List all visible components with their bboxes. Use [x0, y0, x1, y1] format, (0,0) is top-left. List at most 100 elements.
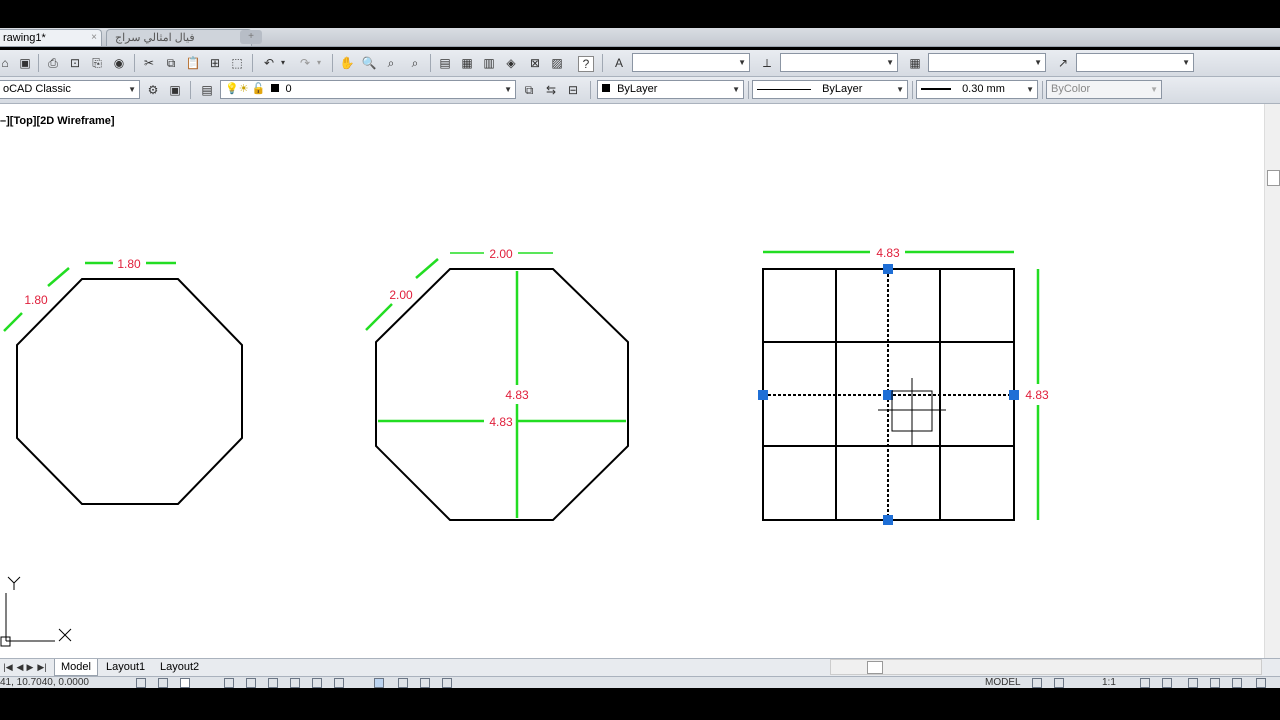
- clean-screen-icon[interactable]: [1256, 678, 1266, 688]
- sheet-set-icon[interactable]: ◈: [502, 54, 520, 72]
- quick-properties-icon[interactable]: [420, 678, 430, 688]
- zoom-previous-icon[interactable]: ⌕: [406, 54, 424, 72]
- close-icon[interactable]: ×: [91, 30, 97, 46]
- horizontal-scroll-thumb[interactable]: [867, 661, 883, 674]
- dyn-icon[interactable]: [334, 678, 344, 688]
- layer-state-icons: 💡☀: [225, 83, 249, 95]
- lineweight-icon[interactable]: [374, 678, 384, 688]
- octagon-1[interactable]: [16, 278, 243, 505]
- new-tab-button[interactable]: +: [240, 30, 262, 44]
- auto-scale-icon[interactable]: [1162, 678, 1172, 688]
- tab-drawing1[interactable]: rawing1* ×: [0, 29, 102, 46]
- match-properties-icon[interactable]: ⊞: [206, 54, 224, 72]
- grid-display-icon[interactable]: [180, 678, 190, 688]
- markup-icon[interactable]: ⊠: [526, 54, 544, 72]
- text-style-select[interactable]: ▼: [632, 53, 750, 72]
- multileader-style-select[interactable]: ▼: [1076, 53, 1194, 72]
- workspace-settings-icon[interactable]: ⚙: [144, 81, 162, 99]
- chevron-down-icon[interactable]: ▾: [278, 54, 288, 72]
- dim-text-square-right: 4.83: [1025, 388, 1049, 402]
- layer-select[interactable]: 💡☀ 🔓 0 ▼: [220, 80, 516, 99]
- dim-line-octagon1-side[interactable]: [3, 312, 23, 332]
- layer-previous-icon[interactable]: ⇆: [542, 81, 560, 99]
- plotstyle-value: ByColor: [1051, 83, 1091, 95]
- plotstyle-select[interactable]: ByColor ▼: [1046, 80, 1162, 99]
- transparency-icon[interactable]: [398, 678, 408, 688]
- dim-line-octagon2-side[interactable]: [415, 258, 439, 279]
- grip-bottom[interactable]: [883, 515, 893, 525]
- publish-icon[interactable]: ⎘: [88, 54, 106, 72]
- layer-isolate-icon[interactable]: ⊟: [564, 81, 582, 99]
- workspace-switch-icon[interactable]: [1188, 678, 1198, 688]
- grip-top[interactable]: [883, 264, 893, 274]
- lineweight-select[interactable]: 0.30 mm ▼: [916, 80, 1038, 99]
- grid-icon[interactable]: [158, 678, 168, 688]
- undo-icon[interactable]: ↶: [260, 54, 278, 72]
- linetype-select[interactable]: ByLayer ▼: [752, 80, 908, 99]
- toolbar-separator: [912, 81, 913, 99]
- quick-view-icon[interactable]: [1054, 678, 1064, 688]
- paste-icon[interactable]: 📋: [184, 54, 202, 72]
- lock-ui-icon[interactable]: [1210, 678, 1220, 688]
- tab-layout2[interactable]: Layout2: [154, 659, 205, 675]
- dim-style-select[interactable]: ▼: [780, 53, 898, 72]
- horizontal-scrollbar[interactable]: [830, 659, 1262, 675]
- toolbar-separator: [1042, 81, 1043, 99]
- help-icon[interactable]: ?: [578, 56, 594, 72]
- make-current-icon[interactable]: ⧉: [520, 81, 538, 99]
- selection-cycling-icon[interactable]: [442, 678, 452, 688]
- linetype-value: ByLayer: [822, 83, 863, 95]
- open-icon[interactable]: ⌂: [0, 54, 14, 72]
- copy-icon[interactable]: ⧉: [162, 54, 180, 72]
- next-layout-icon[interactable]: ▶: [24, 660, 36, 674]
- 3d-dwf-icon[interactable]: ◉: [110, 54, 128, 72]
- zoom-window-icon[interactable]: ⌕: [382, 54, 400, 72]
- pan-icon[interactable]: ✋: [338, 54, 356, 72]
- dim-style-icon[interactable]: ⟂: [758, 54, 776, 72]
- cut-icon[interactable]: ✂: [140, 54, 158, 72]
- grip-right[interactable]: [1009, 390, 1019, 400]
- ortho-icon[interactable]: [224, 678, 234, 688]
- ducs-icon[interactable]: [312, 678, 322, 688]
- color-select[interactable]: ByLayer ▼: [597, 80, 744, 99]
- table-style-icon[interactable]: ▦: [906, 54, 924, 72]
- layer-properties-icon[interactable]: ▤: [198, 81, 216, 99]
- properties-icon[interactable]: ▤: [436, 54, 454, 72]
- tab-layout1[interactable]: Layout1: [100, 659, 151, 675]
- chevron-down-icon[interactable]: ▾: [314, 54, 324, 72]
- annotation-visibility-icon[interactable]: [1140, 678, 1150, 688]
- zoom-realtime-icon[interactable]: 🔍: [360, 54, 378, 72]
- layout-view-icon[interactable]: [1032, 678, 1042, 688]
- isolate-objects-icon[interactable]: [1232, 678, 1242, 688]
- tool-palettes-icon[interactable]: ▥: [480, 54, 498, 72]
- vertical-scrollbar[interactable]: [1264, 104, 1280, 658]
- design-center-icon[interactable]: ▦: [458, 54, 476, 72]
- text-style-icon[interactable]: A: [610, 54, 628, 72]
- workspace-select[interactable]: oCAD Classic ▼: [0, 80, 140, 99]
- vertical-scroll-thumb[interactable]: [1267, 170, 1280, 186]
- plot-preview-icon[interactable]: ⊡: [66, 54, 84, 72]
- octagon-2[interactable]: [375, 268, 629, 521]
- table-style-select[interactable]: ▼: [928, 53, 1046, 72]
- first-layout-icon[interactable]: |◀: [2, 660, 14, 674]
- polar-icon[interactable]: [246, 678, 256, 688]
- plot-icon[interactable]: ⎙: [44, 54, 62, 72]
- customize-icon[interactable]: ▣: [166, 81, 184, 99]
- last-layout-icon[interactable]: ▶|: [36, 660, 48, 674]
- block-editor-icon[interactable]: ⬚: [228, 54, 246, 72]
- document-tab-bar: rawing1* × فيال امثالي سراج +: [0, 28, 1280, 47]
- quickcalc-icon[interactable]: ▨: [548, 54, 566, 72]
- snap-icon[interactable]: [136, 678, 146, 688]
- drawing-area[interactable]: 1.80 1.80 2.00 2.00 4.83 4.83 4.83 4.83: [0, 104, 1264, 658]
- tab-other-drawing[interactable]: فيال امثالي سراج: [106, 29, 252, 46]
- dim-line-octagon1-side[interactable]: [47, 267, 70, 287]
- color-value: ByLayer: [617, 83, 658, 95]
- osnap-icon[interactable]: [268, 678, 278, 688]
- dim-line-octagon2-side[interactable]: [365, 303, 393, 331]
- save-icon[interactable]: ▣: [16, 54, 34, 72]
- multileader-style-icon[interactable]: ↗: [1054, 54, 1072, 72]
- otrack-icon[interactable]: [290, 678, 300, 688]
- grip-left[interactable]: [758, 390, 768, 400]
- tab-model[interactable]: Model: [54, 659, 98, 676]
- redo-icon[interactable]: ↷: [296, 54, 314, 72]
